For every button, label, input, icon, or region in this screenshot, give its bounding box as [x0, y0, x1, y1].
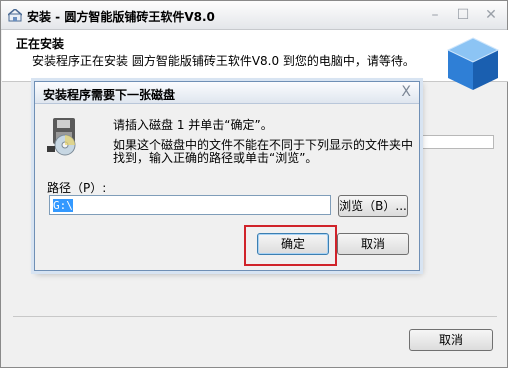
path-input[interactable]: G:\ [49, 195, 331, 215]
insert-disk-dialog: 安装程序需要下一张磁盘 X 请插入磁盘 1 并单击“确定”。 如果这个磁盘中的文… [34, 81, 420, 271]
insert-disk-message: 请插入磁盘 1 并单击“确定”。 [113, 118, 273, 132]
app-icon [8, 9, 22, 22]
divider [13, 316, 497, 317]
path-label: 路径（P）: [47, 181, 107, 195]
maximize-button[interactable]: ☐ [453, 6, 473, 24]
dialog-cancel-button[interactable]: 取消 [337, 233, 409, 255]
installer-window: 安装 - 圆方智能版铺砖王软件V8.0 – ☐ ✕ 正在安装 安装程序正在安装 … [0, 0, 508, 368]
dialog-title-bar[interactable]: 安装程序需要下一张磁盘 X [35, 82, 419, 104]
browse-button[interactable]: 浏览（B）... [338, 195, 408, 217]
header-panel: 正在安装 安装程序正在安装 圆方智能版铺砖王软件V8.0 到您的电脑中，请等待。 [2, 30, 508, 90]
title-bar[interactable]: 安装 - 圆方智能版铺砖王软件V8.0 – ☐ ✕ [1, 1, 507, 30]
ok-button[interactable]: 确定 [257, 233, 329, 255]
path-value: G:\ [53, 199, 73, 212]
window-title: 安装 - 圆方智能版铺砖王软件V8.0 [27, 10, 215, 24]
dialog-close-button[interactable]: X [401, 84, 411, 100]
progress-bar [409, 135, 494, 149]
cancel-button[interactable]: 取消 [409, 329, 493, 351]
dialog-title: 安装程序需要下一张磁盘 [43, 88, 176, 102]
minimize-button[interactable]: – [425, 6, 445, 24]
path-hint-message: 如果这个磁盘中的文件不能在不同于下列显示的文件夹中找到，输入正确的路径或单击“浏… [113, 138, 414, 165]
disk-drive-icon [47, 118, 76, 156]
close-button[interactable]: ✕ [481, 6, 501, 24]
cube-logo-icon [446, 37, 500, 90]
page-title: 正在安装 [16, 37, 65, 51]
page-description: 安装程序正在安装 圆方智能版铺砖王软件V8.0 到您的电脑中，请等待。 [32, 54, 415, 68]
